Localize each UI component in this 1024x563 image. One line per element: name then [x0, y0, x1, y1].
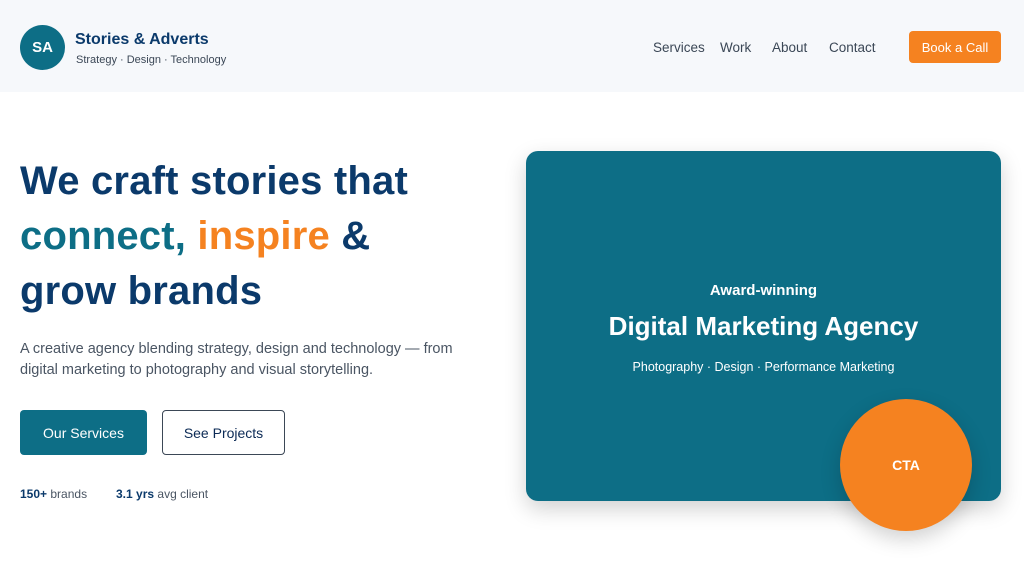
- see-projects-button[interactable]: See Projects: [162, 410, 285, 455]
- hero-title-line3: grow brands: [20, 269, 263, 313]
- card-kicker: Award-winning: [709, 282, 818, 299]
- hero-word-inspire: inspire: [197, 214, 330, 258]
- card-title: Digital Marketing Agency: [608, 311, 919, 341]
- cta-circle-button[interactable]: CTA: [840, 399, 972, 531]
- stat-brands: 150+ brands: [20, 487, 87, 501]
- hero-heading: We craft stories that connect, inspire &…: [20, 154, 510, 319]
- nav-about[interactable]: About: [772, 40, 807, 55]
- our-services-button[interactable]: Our Services: [20, 410, 147, 455]
- logo-initials: SA: [32, 39, 53, 56]
- nav-work[interactable]: Work: [720, 40, 751, 55]
- nav-services[interactable]: Services: [653, 40, 705, 55]
- brand-tagline: Strategy · Design · Technology: [76, 54, 227, 66]
- stat-brands-value: 150+: [20, 487, 48, 501]
- logo-badge[interactable]: SA: [20, 25, 65, 70]
- book-call-button[interactable]: Book a Call: [909, 31, 1001, 63]
- nav-contact[interactable]: Contact: [829, 40, 876, 55]
- hero-ampersand: &: [341, 214, 371, 258]
- brand-name[interactable]: Stories & Adverts: [75, 31, 209, 49]
- hero-title-line1: We craft stories that: [20, 159, 409, 203]
- stat-avg-client: 3.1 yrs avg client: [116, 487, 208, 501]
- stat-avg-client-label: avg client: [157, 487, 209, 501]
- stat-brands-label: brands: [50, 487, 88, 501]
- card-subtitle: Photography · Design · Performance Marke…: [632, 360, 895, 374]
- site-header: SA Stories & Adverts Strategy · Design ·…: [0, 0, 1024, 92]
- hero-description: A creative agency blending strategy, des…: [20, 341, 453, 378]
- hero-word-connect: connect,: [20, 214, 187, 258]
- stat-avg-client-value: 3.1 yrs: [116, 487, 155, 501]
